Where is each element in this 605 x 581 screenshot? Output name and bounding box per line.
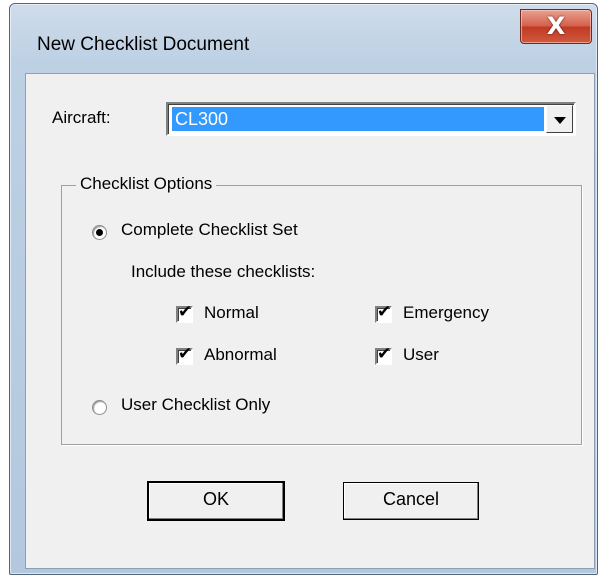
cancel-button[interactable]: Cancel (343, 482, 479, 520)
window-title: New Checklist Document (37, 34, 250, 55)
checkmark-icon: ✔ (178, 302, 193, 322)
checkmark-icon: ✔ (178, 344, 193, 364)
checklist-options-title: Checklist Options (76, 174, 217, 194)
user-checkbox[interactable]: ✔ (375, 344, 392, 365)
dialog-window: New Checklist Document X Aircraft: CL300… (9, 3, 598, 575)
dropdown-button[interactable] (546, 105, 573, 133)
normal-checkbox[interactable]: ✔ (176, 302, 193, 323)
user-label[interactable]: User (403, 345, 439, 365)
emergency-label[interactable]: Emergency (403, 303, 489, 323)
close-button[interactable]: X (520, 9, 592, 44)
aircraft-label: Aircraft: (52, 108, 111, 127)
checkmark-icon: ✔ (377, 344, 392, 364)
complete-set-label[interactable]: Complete Checklist Set (121, 220, 298, 240)
user-only-radio[interactable] (92, 400, 107, 415)
abnormal-checkbox[interactable]: ✔ (176, 344, 193, 365)
radio-selected-dot (96, 229, 103, 236)
dialog-body: Aircraft: CL300 Checklist Options Comple… (25, 73, 595, 569)
normal-label[interactable]: Normal (204, 303, 259, 323)
checkmark-icon: ✔ (377, 302, 392, 322)
include-checklists-label: Include these checklists: (131, 262, 316, 281)
close-icon: X (546, 12, 566, 40)
aircraft-selected-value: CL300 (172, 107, 544, 131)
complete-set-radio[interactable] (92, 225, 107, 240)
emergency-checkbox[interactable]: ✔ (375, 302, 392, 323)
user-only-label[interactable]: User Checklist Only (121, 395, 270, 415)
abnormal-label[interactable]: Abnormal (204, 345, 277, 365)
aircraft-select[interactable]: CL300 (166, 102, 576, 136)
chevron-down-icon (554, 117, 566, 124)
ok-button[interactable]: OK (147, 481, 285, 521)
